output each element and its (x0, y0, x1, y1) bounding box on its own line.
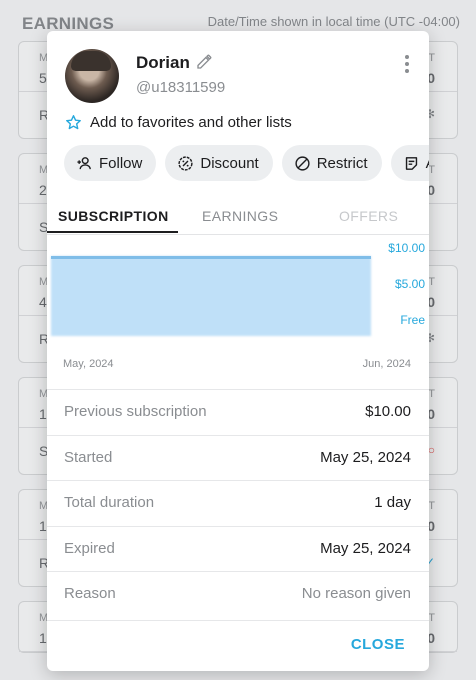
detail-row: Total duration 1 day (47, 480, 429, 526)
add-to-favorites-button[interactable]: Add to favorites and other lists (65, 111, 292, 133)
discount-label: Discount (200, 154, 259, 172)
detail-label: Expired (64, 539, 115, 557)
detail-row: Started May 25, 2024 (47, 434, 429, 481)
y-tick-label: Free (400, 313, 425, 327)
detail-row: Reason No reason given (47, 571, 429, 617)
discount-icon (178, 155, 193, 171)
avatar[interactable] (65, 49, 119, 103)
restrict-label: Restrict (316, 154, 368, 172)
detail-row: Previous subscription $10.00 (47, 389, 429, 435)
tab-subscription[interactable]: SUBSCRIPTION (58, 208, 169, 224)
restrict-icon (295, 155, 310, 171)
profile-name: Dorian (136, 53, 190, 72)
tab-bar: SUBSCRIPTION EARNINGS OFFERS (47, 201, 429, 235)
detail-value: May 25, 2024 (320, 448, 411, 466)
detail-label: Total duration (64, 494, 155, 511)
detail-value: $10.00 (365, 403, 411, 420)
y-tick-label: $10.00 (388, 241, 425, 255)
pencil-icon[interactable] (195, 53, 213, 71)
follow-button[interactable]: Follow (64, 145, 157, 181)
action-chips: Follow Discount Restrict A (64, 145, 429, 181)
discount-button[interactable]: Discount (165, 145, 273, 181)
profile-handle: @u18311599 (136, 79, 226, 96)
restrict-button[interactable]: Restrict (281, 145, 382, 181)
notes-icon (405, 156, 417, 170)
detail-value: No reason given (301, 585, 411, 602)
subscription-details: Previous subscription $10.00 Started May… (47, 389, 429, 617)
detail-label: Started (64, 448, 113, 466)
notes-button[interactable]: A (390, 145, 429, 181)
star-icon (66, 114, 81, 129)
notes-label: A (426, 155, 429, 172)
detail-row: Expired May 25, 2024 (47, 525, 429, 572)
x-tick-label: May, 2024 (63, 358, 114, 370)
detail-label: Previous subscription (64, 403, 207, 420)
follow-icon (77, 156, 91, 169)
y-tick-label: $5.00 (394, 277, 425, 291)
close-button[interactable]: CLOSE (351, 636, 405, 653)
favorites-label: Add to favorites and other lists (90, 113, 292, 131)
active-tab-indicator (47, 231, 178, 233)
follow-label: Follow (99, 154, 143, 172)
detail-value: May 25, 2024 (320, 539, 411, 557)
detail-value: 1 day (374, 494, 411, 511)
x-tick-label: Jun, 2024 (362, 358, 411, 370)
chart-series-line (51, 256, 371, 259)
modal-footer: CLOSE (47, 620, 429, 671)
tab-offers[interactable]: OFFERS (339, 208, 398, 224)
more-options-icon[interactable] (399, 53, 415, 75)
tab-earnings[interactable]: EARNINGS (202, 208, 278, 224)
subscription-chart: $10.00 $5.00 Free May, 2024 Jun, 2024 (47, 236, 429, 386)
detail-label: Reason (64, 585, 116, 602)
chart-area-fill (51, 256, 371, 336)
subscriber-modal: Dorian @u18311599 Add to favorites and o… (47, 31, 429, 671)
